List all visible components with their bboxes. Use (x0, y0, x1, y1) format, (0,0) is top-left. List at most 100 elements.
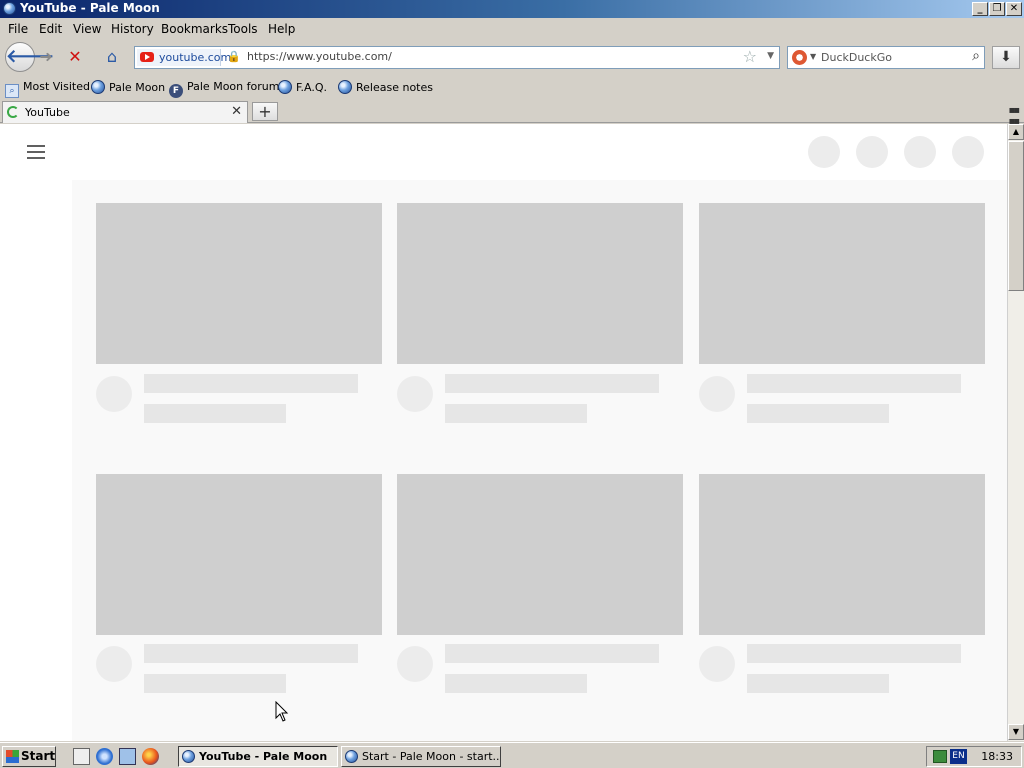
bookmarks-toolbar: ⌕ Most Visited Pale Moon F Pale Moon forum… (0, 77, 1024, 99)
clock[interactable]: 18:33 (981, 750, 1013, 763)
bookmark-most-visited[interactable]: ⌕ Most Visited (5, 80, 90, 98)
header-placeholder-circle (952, 136, 984, 168)
search-icon[interactable]: ⌕ (972, 48, 980, 64)
spinner-icon (7, 106, 19, 118)
youtube-favicon-icon (140, 52, 154, 62)
system-tray: EN 18:33 (926, 746, 1022, 767)
pale-moon-globe-icon (182, 750, 195, 763)
network-status-icon[interactable] (933, 750, 947, 763)
scrollbar-thumb[interactable] (1008, 141, 1024, 291)
menu-view[interactable]: View (73, 22, 101, 36)
meta-line-placeholder (445, 404, 587, 423)
windows-logo-icon (6, 750, 19, 763)
firefox-icon[interactable] (142, 748, 159, 765)
bookmark-pale-moon-forum[interactable]: F Pale Moon forum (169, 80, 279, 98)
site-identity-badge[interactable]: youtube.com (137, 49, 231, 66)
tab-strip: YouTube ✕ + ▪▪ ▪▪ (0, 100, 1024, 127)
channel-avatar-placeholder (96, 646, 132, 682)
menu-tools[interactable]: Tools (228, 22, 258, 36)
menu-bookmarks[interactable]: Bookmarks (161, 22, 228, 36)
star-icon[interactable]: ☆ (743, 47, 757, 66)
close-window-button[interactable]: ✕ (1006, 2, 1022, 16)
globe-icon (91, 80, 105, 94)
search-bar[interactable]: ▼ DuckDuckGo ⌕ (787, 46, 985, 69)
pale-moon-globe-icon (3, 2, 16, 15)
channel-avatar-placeholder (397, 646, 433, 682)
most-visited-icon: ⌕ (5, 84, 19, 98)
channel-avatar-placeholder (96, 376, 132, 412)
video-thumbnail-placeholder (699, 203, 985, 364)
site-domain: youtube.com (159, 51, 232, 64)
bookmark-pale-moon[interactable]: Pale Moon (91, 80, 165, 94)
meta-line-placeholder (144, 674, 286, 693)
start-button[interactable]: Start (2, 746, 56, 767)
language-indicator[interactable]: EN (950, 749, 967, 764)
taskbar-item-start-page[interactable]: Start - Pale Moon - start.... (341, 746, 501, 767)
title-line-placeholder (747, 644, 961, 663)
bookmark-release-notes[interactable]: Release notes (338, 80, 433, 94)
navigation-toolbar: 🡐 ➜ ✕ ⌂ youtube.com 🔒 https://www.youtub… (0, 40, 1024, 74)
video-thumbnail-placeholder (96, 203, 382, 364)
hamburger-menu-icon[interactable] (27, 145, 45, 159)
show-desktop-icon[interactable] (73, 748, 90, 765)
download-button[interactable]: ⬇ (992, 46, 1020, 69)
meta-line-placeholder (445, 674, 587, 693)
title-line-placeholder (144, 644, 358, 663)
tab-youtube[interactable]: YouTube ✕ (2, 101, 248, 123)
url-text[interactable]: https://www.youtube.com/ (247, 50, 392, 63)
search-engine-dropdown-icon[interactable]: ▼ (810, 52, 816, 61)
menu-help[interactable]: Help (268, 22, 295, 36)
stop-button[interactable]: ✕ (63, 45, 87, 69)
duckduckgo-icon[interactable] (792, 50, 807, 65)
scroll-down-button[interactable]: ▼ (1008, 724, 1024, 740)
title-line-placeholder (747, 374, 961, 393)
lock-icon: 🔒 (227, 50, 241, 63)
scroll-up-button[interactable]: ▲ (1008, 124, 1024, 140)
forum-icon: F (169, 84, 183, 98)
channel-avatar-placeholder (699, 376, 735, 412)
search-placeholder[interactable]: DuckDuckGo (821, 51, 892, 64)
url-dropdown-icon[interactable]: ▼ (767, 51, 774, 61)
taskbar-item-youtube[interactable]: YouTube - Pale Moon (178, 746, 338, 767)
globe-icon (338, 80, 352, 94)
bookmark-faq[interactable]: F.A.Q. (278, 80, 327, 94)
header-placeholder-circle (808, 136, 840, 168)
menu-edit[interactable]: Edit (39, 22, 62, 36)
network-icon[interactable] (119, 748, 136, 765)
video-thumbnail-placeholder (397, 203, 683, 364)
forward-arrow-icon: ➜ (39, 47, 53, 66)
close-tab-icon[interactable]: ✕ (231, 104, 242, 119)
globe-icon (278, 80, 292, 94)
video-thumbnail-placeholder (96, 474, 382, 635)
title-line-placeholder (445, 374, 659, 393)
back-button[interactable]: 🡐 (5, 42, 54, 72)
title-line-placeholder (445, 644, 659, 663)
restore-button[interactable]: ❐ (989, 2, 1005, 16)
video-thumbnail-placeholder (397, 474, 683, 635)
meta-line-placeholder (747, 404, 889, 423)
channel-avatar-placeholder (397, 376, 433, 412)
url-bar[interactable]: youtube.com 🔒 https://www.youtube.com/ ☆… (134, 46, 780, 69)
taskbar: Start YouTube - Pale Moon Start - Pale M… (0, 742, 1024, 768)
window-title: YouTube - Pale Moon (20, 1, 160, 15)
home-button[interactable]: ⌂ (100, 45, 124, 69)
minimize-button[interactable]: _ (972, 2, 988, 16)
meta-line-placeholder (747, 674, 889, 693)
tab-label: YouTube (25, 106, 70, 119)
menu-bar: File Edit View History Bookmarks Tools H… (0, 19, 1024, 39)
title-bar: YouTube - Pale Moon _ ❐ ✕ (0, 0, 1024, 18)
download-icon: ⬇ (1000, 49, 1012, 65)
header-placeholder-circle (856, 136, 888, 168)
forward-button[interactable]: ➜ (34, 45, 58, 69)
title-line-placeholder (144, 374, 358, 393)
new-tab-button[interactable]: + (252, 102, 278, 121)
header-placeholder-circle (904, 136, 936, 168)
vertical-scrollbar[interactable]: ▲ ▼ (1007, 124, 1024, 741)
menu-file[interactable]: File (8, 22, 28, 36)
internet-explorer-icon[interactable] (96, 748, 113, 765)
stop-icon: ✕ (68, 47, 82, 66)
channel-avatar-placeholder (699, 646, 735, 682)
home-icon: ⌂ (106, 47, 118, 66)
menu-history[interactable]: History (111, 22, 154, 36)
page-content (0, 124, 1007, 741)
